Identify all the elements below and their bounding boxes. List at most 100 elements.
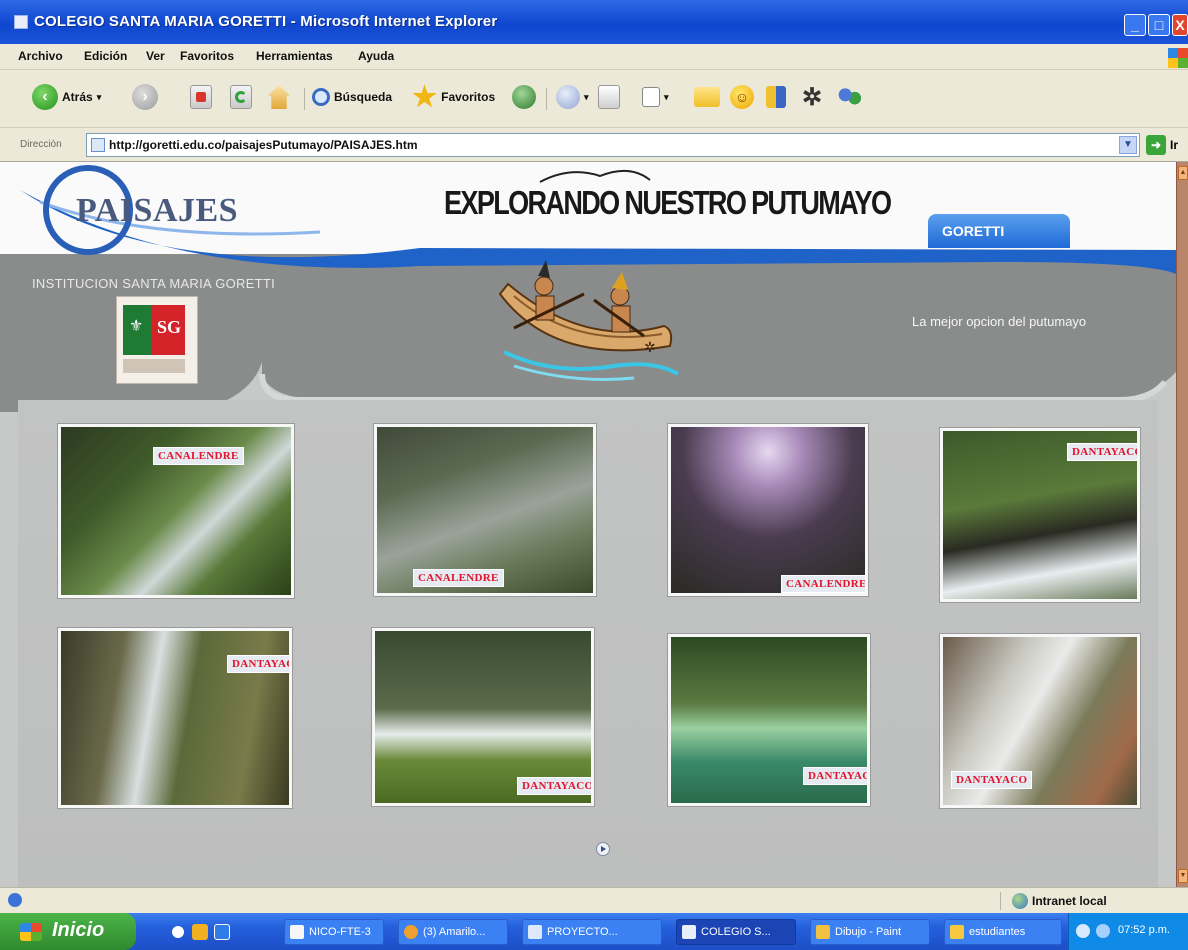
folder-icon: [694, 87, 720, 107]
menu-ayuda[interactable]: Ayuda: [358, 49, 394, 63]
quicklaunch-desktop-icon[interactable]: [172, 926, 184, 938]
star-icon: ★: [412, 81, 438, 112]
ie-window: COLEGIO SANTA MARIA GORETTI - Microsoft …: [0, 0, 1188, 950]
folder-button[interactable]: [694, 82, 720, 112]
forward-button[interactable]: ›: [132, 82, 158, 112]
favorites-button[interactable]: ★ Favoritos: [412, 82, 495, 112]
photo-canalendre-2[interactable]: CANALENDRE: [374, 424, 596, 596]
photo-dantayaco-1[interactable]: DANTAYACO: [940, 428, 1140, 602]
edit-dropdown-icon: ▾: [664, 91, 669, 102]
task-paint[interactable]: Dibujo - Paint: [810, 919, 930, 945]
address-field[interactable]: http://goretti.edu.co/paisajesPutumayo/P…: [86, 133, 1140, 157]
task-amarilo[interactable]: (3) Amarilo...: [398, 919, 508, 945]
toolbar-separator: [304, 88, 305, 110]
back-arrow-icon: ‹: [32, 84, 58, 110]
photo-canalendre-3[interactable]: CANALENDRE: [668, 424, 868, 596]
svg-text:⚜: ⚜: [129, 318, 143, 335]
smiley-icon: ☺: [730, 85, 754, 109]
scroll-down-icon[interactable]: ▼: [1178, 869, 1188, 883]
task-nico[interactable]: NICO-FTE-3: [284, 919, 384, 945]
history-icon: [512, 85, 536, 109]
menu-ver[interactable]: Ver: [146, 49, 165, 63]
print-icon: [598, 85, 620, 109]
address-dropdown-icon[interactable]: ▼: [1119, 136, 1137, 154]
home-button[interactable]: [268, 82, 290, 112]
print-button[interactable]: [598, 82, 620, 112]
menu-herramientas[interactable]: Herramientas: [256, 49, 333, 63]
task-label: estudiantes: [969, 926, 1026, 938]
photo-label: DANTAYACO: [803, 767, 867, 785]
close-button[interactable]: X: [1172, 14, 1188, 36]
quicklaunch-folder-icon[interactable]: [192, 924, 208, 940]
tool-button[interactable]: ✲: [802, 82, 822, 112]
minimize-button[interactable]: _: [1124, 14, 1146, 36]
favorites-label: Favoritos: [441, 90, 496, 104]
mail-icon: [556, 85, 580, 109]
spider-icon: ✲: [802, 83, 823, 111]
task-app-icon: [950, 925, 964, 939]
task-colegio[interactable]: COLEGIO S...: [676, 919, 796, 945]
photo-dantayaco-3[interactable]: DANTAYACO: [372, 628, 594, 806]
task-proyecto[interactable]: PROYECTO...: [522, 919, 662, 945]
photo-dantayaco-4[interactable]: DANTAYACO: [668, 634, 870, 806]
taskbar-clock[interactable]: 07:52 p.m.: [1118, 924, 1170, 936]
address-url[interactable]: http://goretti.edu.co/paisajesPutumayo/P…: [109, 138, 418, 152]
menu-favoritos[interactable]: Favoritos: [180, 49, 234, 63]
go-label: Ir: [1170, 138, 1179, 152]
page-title: EXPLORANDO NUESTRO PUTUMAYO: [444, 184, 892, 221]
zone-label: Intranet local: [1032, 894, 1107, 908]
institution-name: INSTITUCION SANTA MARIA GORETTI: [32, 276, 276, 291]
mail-dropdown-icon: ▾: [584, 91, 589, 102]
scroll-up-icon[interactable]: ▲: [1178, 166, 1188, 180]
photo-label: CANALENDRE: [153, 447, 244, 465]
vertical-scrollbar[interactable]: ▲ ▼: [1176, 162, 1188, 887]
start-label: Inicio: [52, 919, 105, 941]
security-zone: Intranet local: [1012, 893, 1107, 909]
photo-dantayaco-2[interactable]: DANTAYACO: [58, 628, 292, 808]
task-label: PROYECTO...: [547, 926, 618, 938]
windows-start-icon: [20, 923, 42, 941]
search-label: Búsqueda: [334, 90, 393, 104]
edit-page-icon: [642, 87, 660, 107]
task-app-icon: [682, 925, 696, 939]
toolbar: ‹ Atrás ▾ › Búsqueda ★ Favoritos ▾ ▾ ☺ ✲: [0, 70, 1188, 128]
stop-button[interactable]: [190, 82, 212, 112]
edit-button[interactable]: ▾: [642, 82, 669, 112]
maximize-button[interactable]: □: [1148, 14, 1170, 36]
windows-logo-icon: [1168, 48, 1188, 68]
users-button[interactable]: [838, 82, 862, 112]
task-estudiantes[interactable]: estudiantes: [944, 919, 1062, 945]
paisajes-logo-text: PAISAJES: [76, 192, 239, 229]
refresh-button[interactable]: [230, 82, 252, 112]
tab-goretti[interactable]: GORETTI: [928, 214, 1070, 248]
go-button[interactable]: ➜ Ir: [1146, 135, 1178, 155]
tray-network-icon[interactable]: [1076, 924, 1090, 938]
back-button[interactable]: ‹ Atrás ▾: [32, 82, 101, 112]
research-button[interactable]: [766, 82, 786, 112]
svg-text:SG: SG: [157, 317, 181, 337]
menu-archivo[interactable]: Archivo: [18, 49, 63, 63]
tray-volume-icon[interactable]: [1096, 924, 1110, 938]
stop-icon: [190, 85, 212, 109]
mail-button[interactable]: ▾: [556, 82, 589, 112]
ie-window-icon[interactable]: [14, 15, 28, 29]
play-icon[interactable]: [596, 842, 610, 856]
window-title: COLEGIO SANTA MARIA GORETTI - Microsoft …: [34, 13, 498, 30]
address-label: Dirección: [20, 139, 62, 150]
title-bar: COLEGIO SANTA MARIA GORETTI - Microsoft …: [0, 0, 1188, 44]
quicklaunch-ie-icon[interactable]: [214, 924, 230, 940]
intranet-globe-icon: [1012, 893, 1028, 909]
users-icon: [838, 86, 862, 108]
task-label: (3) Amarilo...: [423, 926, 486, 938]
address-bar: Dirección http://goretti.edu.co/paisajes…: [0, 128, 1188, 162]
history-button[interactable]: [512, 82, 536, 112]
search-button[interactable]: Búsqueda: [312, 82, 392, 112]
menu-edicion[interactable]: Edición: [84, 49, 127, 63]
photo-dantayaco-5[interactable]: DANTAYACO: [940, 634, 1140, 808]
messenger-button[interactable]: ☺: [730, 82, 754, 112]
ie-status-icon: [8, 893, 22, 907]
start-button[interactable]: Inicio: [0, 913, 136, 950]
page-content: PAISAJES EXPLORANDO NUESTRO PUTUMAYO GOR…: [0, 162, 1176, 887]
home-icon: [268, 85, 290, 109]
photo-canalendre-1[interactable]: CANALENDRE: [58, 424, 294, 598]
